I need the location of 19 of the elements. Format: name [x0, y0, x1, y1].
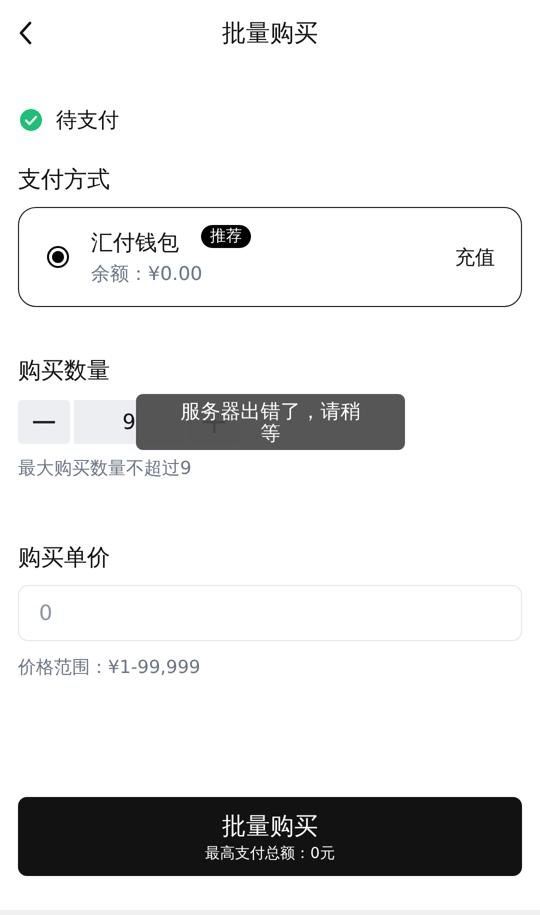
- quantity-hint: 最大购买数量不超过9: [17, 457, 192, 480]
- recommend-badge: 推荐: [201, 225, 251, 248]
- minus-icon: [33, 420, 55, 424]
- recharge-link[interactable]: 充值: [455, 244, 495, 270]
- radio-button[interactable]: [47, 246, 69, 268]
- price-input-field[interactable]: 0: [18, 585, 522, 641]
- error-toast: 服务器出错了，请稍等: [136, 394, 405, 450]
- batch-buy-button[interactable]: 批量购买 最高支付总额：0元: [18, 797, 522, 876]
- page-title: 批量购买: [222, 18, 318, 49]
- payment-card[interactable]: 汇付钱包 推荐 余额：¥0.00 充值: [18, 207, 522, 307]
- wallet-name: 汇付钱包: [91, 230, 179, 258]
- back-icon[interactable]: [18, 21, 32, 45]
- balance-text: 余额：¥0.00: [91, 262, 204, 286]
- section-heading: 购买数量: [17, 357, 111, 386]
- section-heading: 购买单价: [17, 544, 111, 573]
- section-heading: 支付方式: [17, 166, 111, 195]
- minus-button[interactable]: [18, 400, 70, 444]
- status-label: 待支付: [56, 107, 119, 134]
- price-range-hint: 价格范围：¥1-99,999: [17, 656, 202, 679]
